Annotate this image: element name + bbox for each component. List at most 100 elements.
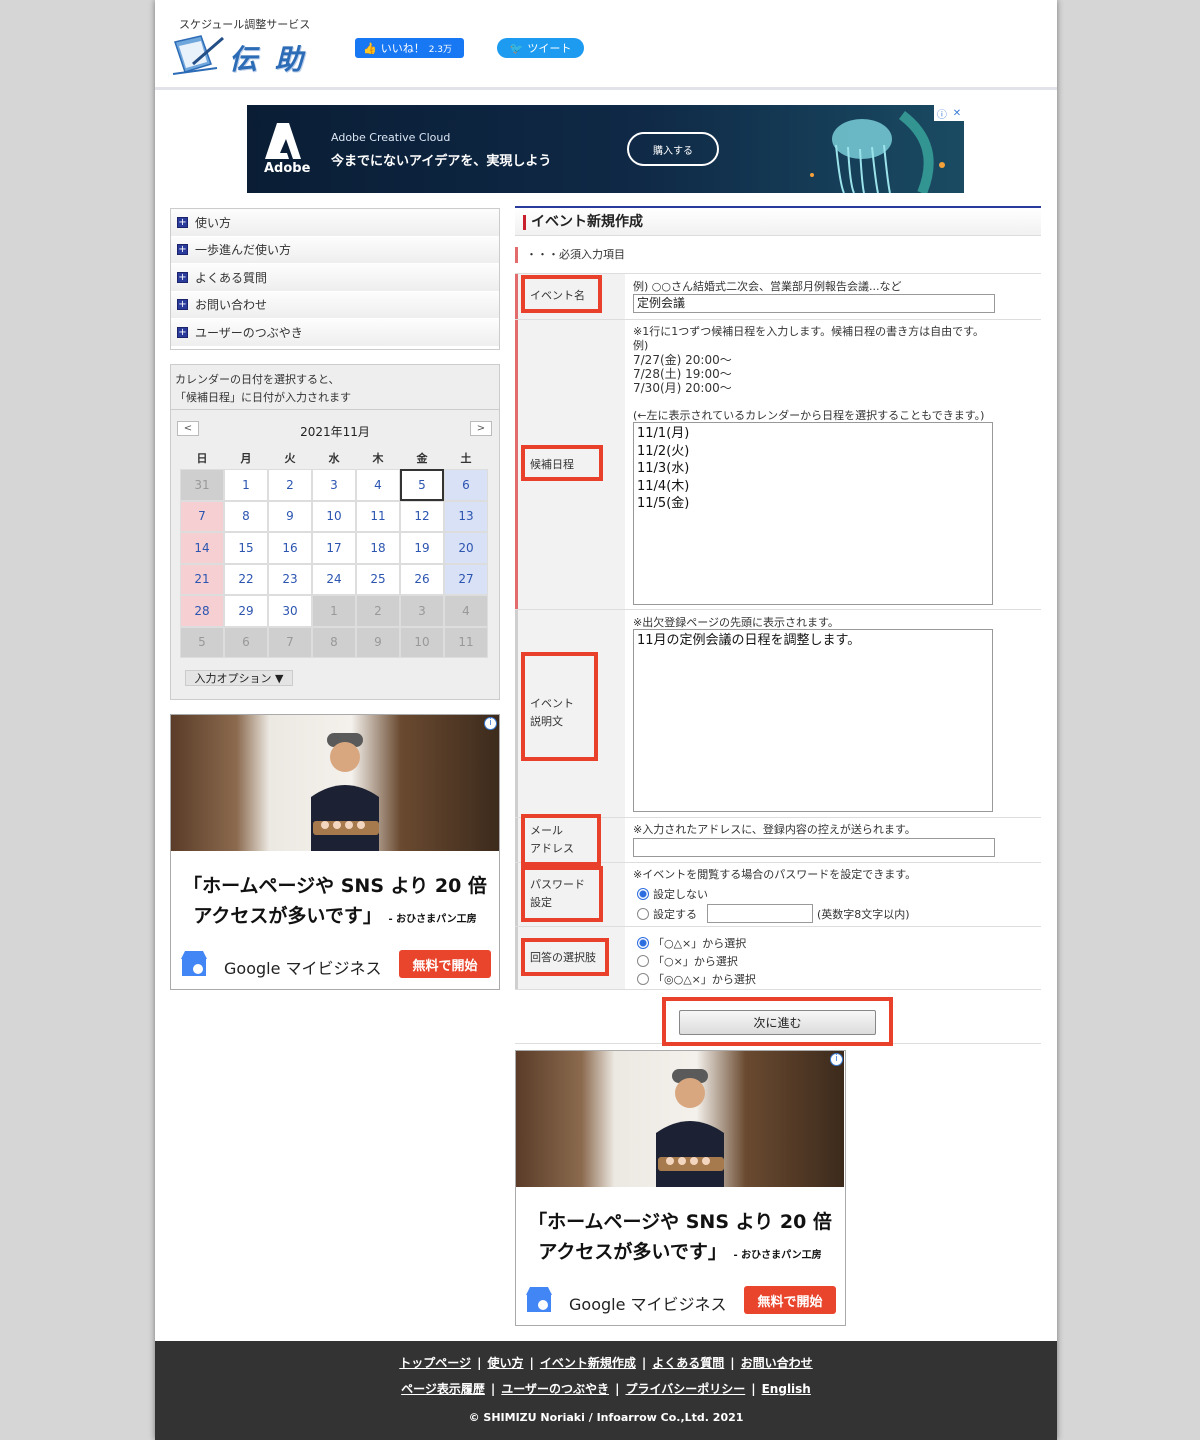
calendar-day[interactable]: 24	[312, 563, 356, 595]
nav-item-user-voices[interactable]: + ユーザーのつぶやき	[171, 319, 499, 347]
choice-option-1[interactable]: 「○△×」から選択	[637, 935, 746, 951]
ad-start-free-button[interactable]: 無料で開始	[744, 1286, 836, 1314]
nav-item-label: 使い方	[195, 215, 232, 230]
field-label-cell: パスワード 設定	[515, 863, 625, 926]
calendar-day-outside: 1	[312, 595, 356, 627]
calendar-day[interactable]: 16	[268, 532, 312, 564]
event-name-row: イベント名 例) ○○さん結婚式二次会、営業部月例報告会議...など 定例会議	[515, 273, 1041, 319]
calendar-next-month-button[interactable]: >	[470, 421, 492, 436]
footer-link[interactable]: イベント新規作成	[540, 1356, 636, 1370]
calendar-day[interactable]: 1	[224, 469, 268, 501]
calendar-day[interactable]: 27	[444, 563, 488, 595]
tweet-button[interactable]: 🐦 ツイート	[497, 38, 584, 58]
footer-link[interactable]: お問い合わせ	[741, 1356, 813, 1370]
description-textarea[interactable]: 11月の定例会議の日程を調整します。	[633, 629, 993, 812]
top-banner-ad[interactable]: Adobe Adobe Creative Cloud 今までにないアイデアを、実…	[247, 105, 964, 193]
input-options-toggle[interactable]: 入力オプション ▼	[185, 670, 293, 686]
calendar-day[interactable]: 11	[356, 500, 400, 532]
calendar-day[interactable]: 21	[180, 563, 224, 595]
calendar-day[interactable]: 23	[268, 563, 312, 595]
google-my-business-icon	[526, 1287, 552, 1312]
password-input[interactable]	[707, 904, 813, 923]
calendar-day[interactable]: 20	[444, 532, 488, 564]
calendar-day[interactable]: 8	[224, 500, 268, 532]
field-label-cell: イベント名	[515, 274, 625, 319]
ad-choices-icon[interactable]: ⓘ ✕	[934, 105, 964, 121]
nav-item-advanced[interactable]: + 一歩進んだ使い方	[171, 236, 499, 264]
weekday-header: 金	[416, 452, 428, 465]
calendar-day[interactable]: 12	[400, 500, 444, 532]
radio-selected-icon[interactable]	[637, 888, 649, 900]
nav-item-faq[interactable]: + よくある質問	[171, 264, 499, 292]
calendar-day[interactable]: 22	[224, 563, 268, 595]
field-label-cell: 回答の選択肢	[515, 927, 625, 989]
dates-row: 候補日程 ※1行に1つずつ候補日程を入力します。候補日程の書き方は自由です。 例…	[515, 319, 1041, 609]
divider	[171, 409, 499, 410]
event-name-input[interactable]: 定例会議	[633, 294, 995, 313]
ad-buy-button[interactable]: 購入する	[627, 132, 719, 166]
calendar-day[interactable]: 7	[180, 500, 224, 532]
calendar-day[interactable]: 4	[356, 469, 400, 501]
calendar-day[interactable]: 14	[180, 532, 224, 564]
nav-item-contact[interactable]: + お問い合わせ	[171, 291, 499, 319]
password-option-none[interactable]: 設定しない	[637, 886, 708, 902]
calendar-day[interactable]: 6	[444, 469, 488, 501]
radio-selected-icon[interactable]	[637, 937, 649, 949]
choices-label: 回答の選択肢	[530, 951, 596, 964]
dates-textarea[interactable]: 11/1(月) 11/2(火) 11/3(水) 11/4(木) 11/5(金)	[633, 422, 993, 605]
calendar-note-line2: 「候補日程」に日付が入力されます	[175, 391, 351, 404]
ad-attribution: - おひさまパン工房	[733, 1250, 822, 1261]
ad-info-icon[interactable]: i	[830, 1053, 843, 1066]
choice-option-3-label: 「◎○△×」から選択	[653, 973, 756, 986]
radio-icon[interactable]	[637, 973, 649, 985]
footer-link[interactable]: ページ表示履歴	[401, 1382, 485, 1396]
nav-item-howto[interactable]: + 使い方	[171, 209, 499, 237]
footer-link[interactable]: プライバシーポリシー	[625, 1382, 745, 1396]
ad-headline-line2: アクセスが多いです」	[538, 1241, 727, 1263]
password-option-set[interactable]: 設定する (英数字8文字以内)	[637, 904, 910, 923]
calendar-day[interactable]: 26	[400, 563, 444, 595]
event-name-hint: 例) ○○さん結婚式二次会、営業部月例報告会議...など	[633, 280, 902, 293]
side-google-ad[interactable]: 「ホームページや SNS より 20 倍 アクセスが多いです」 - おひさまパン…	[170, 714, 500, 990]
radio-icon[interactable]	[637, 955, 649, 967]
twitter-bird-icon: 🐦	[509, 41, 524, 55]
footer-link[interactable]: よくある質問	[652, 1356, 724, 1370]
facebook-like-button[interactable]: 👍 いいね！ 2.3万	[355, 38, 464, 58]
dates-calendar-hint: (←左に表示されているカレンダーから日程を選択することもできます。)	[633, 409, 985, 422]
footer-link[interactable]: 使い方	[487, 1356, 523, 1370]
calendar-day[interactable]: 17	[312, 532, 356, 564]
calendar-day[interactable]: 25	[356, 563, 400, 595]
calendar-day[interactable]: 30	[268, 595, 312, 627]
calendar-day[interactable]: 3	[312, 469, 356, 501]
calendar-day[interactable]: 10	[312, 500, 356, 532]
next-button[interactable]: 次に進む	[679, 1010, 876, 1035]
calendar-day[interactable]: 13	[444, 500, 488, 532]
ad-info-icon[interactable]: i	[484, 717, 497, 730]
bottom-google-ad[interactable]: 「ホームページや SNS より 20 倍 アクセスが多いです」 - おひさまパン…	[515, 1050, 846, 1326]
calendar-day[interactable]: 28	[180, 595, 224, 627]
calendar-day[interactable]: 5	[400, 469, 444, 501]
calendar-day[interactable]: 9	[268, 500, 312, 532]
link-separator: |	[529, 1356, 534, 1370]
footer-link[interactable]: English	[762, 1382, 811, 1396]
choice-option-3[interactable]: 「◎○△×」から選択	[637, 971, 756, 987]
adobe-logo-icon	[265, 123, 301, 159]
calendar-day[interactable]: 15	[224, 532, 268, 564]
nav-item-label: ユーザーのつぶやき	[195, 325, 303, 340]
calendar-day[interactable]: 2	[268, 469, 312, 501]
site-tagline: スケジュール調整サービス	[179, 18, 311, 31]
weekday-header: 火	[284, 452, 296, 465]
ad-start-free-button[interactable]: 無料で開始	[399, 950, 491, 978]
email-input[interactable]	[633, 838, 995, 857]
footer-link[interactable]: ユーザーのつぶやき	[501, 1382, 609, 1396]
email-label-line2: アドレス	[530, 842, 574, 855]
calendar-day[interactable]: 19	[400, 532, 444, 564]
plus-icon: +	[177, 271, 188, 283]
logo-title[interactable]: 伝 助	[229, 38, 307, 78]
choice-option-2[interactable]: 「○×」から選択	[637, 953, 738, 969]
footer-link[interactable]: トップページ	[399, 1356, 471, 1370]
calendar-day[interactable]: 29	[224, 595, 268, 627]
radio-icon[interactable]	[637, 907, 649, 920]
calendar-day[interactable]: 18	[356, 532, 400, 564]
calendar-day-outside: 2	[356, 595, 400, 627]
